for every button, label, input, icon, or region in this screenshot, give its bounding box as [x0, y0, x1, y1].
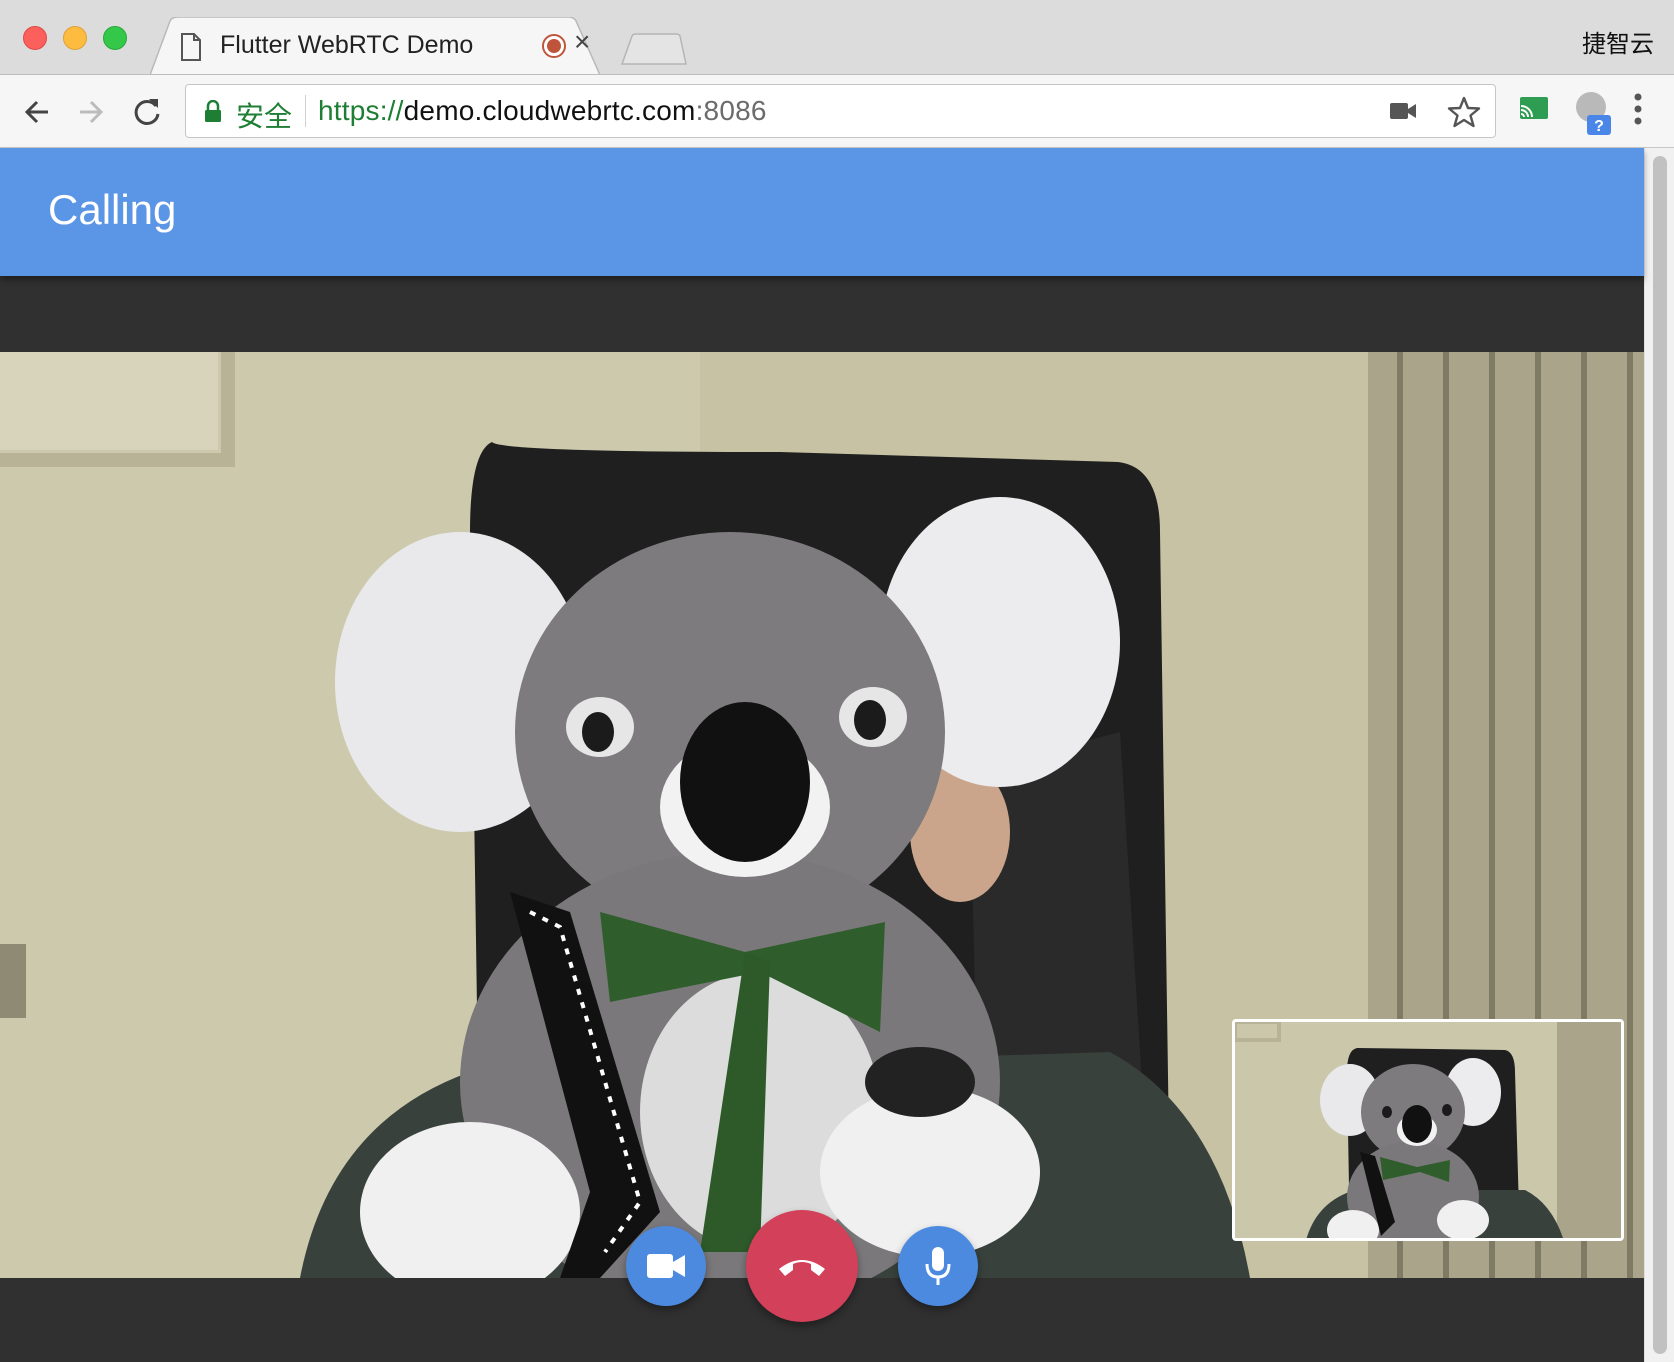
url-host: demo.cloudwebrtc.com [403, 95, 696, 126]
app-bar: Calling [0, 148, 1644, 276]
tab-close-icon[interactable]: × [574, 26, 590, 58]
toggle-video-button[interactable] [626, 1226, 706, 1306]
camera-in-use-icon[interactable] [1389, 100, 1417, 122]
toggle-mic-button[interactable] [898, 1226, 978, 1306]
menubar-app-label: 捷智云 [1582, 31, 1654, 58]
reload-icon[interactable] [130, 95, 164, 129]
address-bar[interactable]: 安全 https://demo.cloudwebrtc.com:8086 [185, 84, 1496, 138]
browser-toolbar: 安全 https://demo.cloudwebrtc.com:8086 ? [0, 74, 1674, 148]
page-icon [181, 33, 201, 61]
bookmark-star-icon[interactable] [1447, 95, 1481, 129]
window-close-button[interactable] [23, 26, 47, 50]
window-minimize-button[interactable] [63, 26, 87, 50]
scrollbar-thumb[interactable] [1653, 156, 1667, 1354]
back-arrow-icon[interactable] [20, 95, 54, 129]
page-title: Calling [48, 186, 177, 233]
videocam-icon [647, 1254, 685, 1278]
call-end-icon [779, 1260, 825, 1276]
browser-tab-active[interactable]: Flutter WebRTC Demo × [150, 17, 600, 75]
url-port: :8086 [695, 95, 767, 126]
lock-icon [205, 100, 221, 122]
url-scheme: https:// [318, 95, 404, 126]
local-video-preview [1232, 1019, 1624, 1241]
recording-indicator-icon [542, 34, 566, 58]
new-tab-button[interactable] [620, 32, 688, 66]
extension-profile-icon[interactable]: ? [1573, 89, 1613, 135]
page-scrollbar[interactable] [1644, 148, 1674, 1362]
tab-title: Flutter WebRTC Demo [220, 31, 474, 59]
mic-icon [925, 1247, 951, 1285]
browser-tab-strip: Flutter WebRTC Demo × 捷智云 [0, 0, 1674, 75]
cast-icon[interactable] [1518, 95, 1550, 123]
secure-label[interactable]: 安全 [236, 95, 292, 135]
url-text[interactable]: https://demo.cloudwebrtc.com:8086 [318, 95, 767, 127]
omnibox-divider [305, 95, 306, 127]
hang-up-button[interactable] [746, 1210, 858, 1322]
profile-badge: ? [1594, 118, 1604, 135]
forward-arrow-icon[interactable] [74, 95, 108, 129]
browser-menu-icon[interactable] [1630, 91, 1646, 131]
window-zoom-button[interactable] [103, 26, 127, 50]
